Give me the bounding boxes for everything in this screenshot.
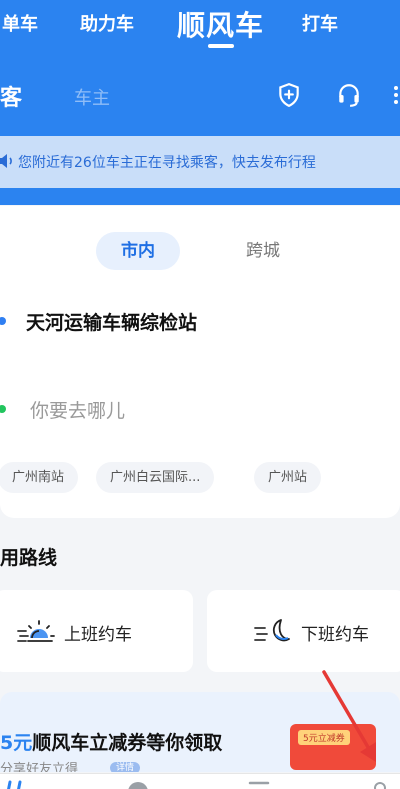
profile-tab-icon[interactable] [370,780,390,789]
quick-destination-chip[interactable]: 广州南站 [0,462,79,493]
promo-detail-button[interactable]: 详情 [110,762,141,772]
orders-tab-icon[interactable] [248,780,270,789]
notice-text: 您附近有26位车主正在寻找乘客，快去发布行程 [18,155,316,171]
promo-title: 5元顺风车立减券等你领取 [0,728,222,755]
app-header: 单车 助力车 顺风车 打车 客 车主 您附近有26位车主正在寻找乘客，快去发布行… [0,0,400,205]
tab-carpool[interactable]: 顺风车 [177,4,264,44]
trips-tab-icon[interactable] [126,780,150,789]
tab-taxi[interactable]: 打车 [302,10,338,36]
bottom-tab-bar [0,773,400,789]
top-nav: 单车 助力车 顺风车 打车 [0,0,400,52]
trip-type-local[interactable]: 市内 [96,232,180,270]
commute-evening-card[interactable]: 下班约车 [207,590,400,672]
commute-morning-label: 上班约车 [64,625,132,645]
origin-dot [0,317,6,325]
destination-field[interactable]: 你要去哪儿 [0,394,400,424]
tab-ebike[interactable]: 助力车 [80,10,134,36]
promo-title-text: 顺风车立减券等你领取 [32,732,223,754]
headset-icon[interactable] [336,82,362,108]
tab-bike[interactable]: 单车 [2,10,38,36]
commute-morning-card[interactable]: 上班约车 [0,590,193,672]
trip-type-intercity[interactable]: 跨城 [226,232,300,270]
moon-commute-icon [254,619,290,642]
sun-commute-icon [17,620,55,642]
destination-placeholder: 你要去哪儿 [30,400,126,422]
trip-card: 市内 跨城 天河运输车辆综检站 你要去哪儿 广州南站 广州白云国际... 广州站 [0,206,400,518]
more-icon[interactable] [392,82,400,108]
red-arrow-annotation [322,670,376,762]
shield-plus-icon[interactable] [276,82,302,108]
role-tab-driver[interactable]: 车主 [74,84,110,110]
origin-field[interactable]: 天河运输车辆综检站 [0,306,400,336]
promo-subtitle: 分享好友立得 [0,762,79,772]
speaker-icon [0,154,12,168]
quick-destination-chip[interactable]: 广州站 [254,462,322,493]
active-tab-indicator [208,44,234,48]
promo-title-amount: 5元 [0,732,33,754]
origin-text: 天河运输车辆综检站 [26,312,198,334]
quick-destination-chip[interactable]: 广州白云国际... [96,462,215,493]
destination-dot [0,405,6,413]
role-tab-passenger[interactable]: 客 [0,80,22,112]
notice-bar[interactable]: 您附近有26位车主正在寻找乘客，快去发布行程 [0,136,400,188]
home-tab-icon[interactable] [4,780,30,789]
commute-evening-label: 下班约车 [301,625,369,645]
common-routes-title: 用路线 [0,547,58,569]
